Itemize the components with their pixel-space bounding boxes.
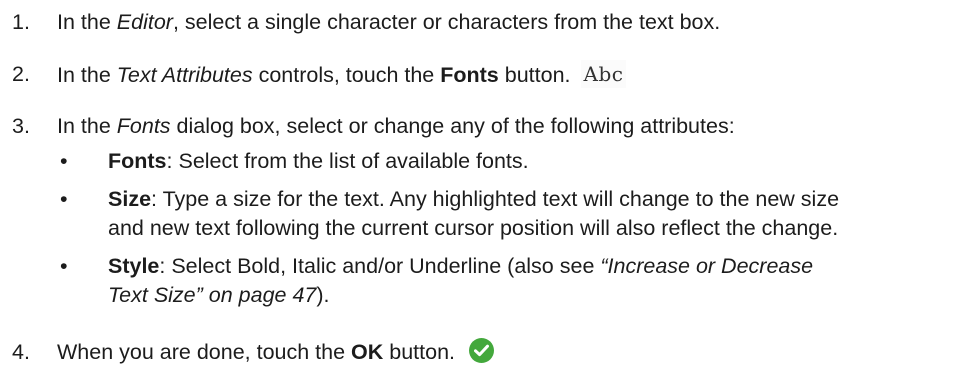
fonts-dialog-term: Fonts xyxy=(116,114,171,138)
abc-fonts-icon: Abc xyxy=(580,60,627,88)
bullet-term: Style xyxy=(108,254,160,278)
fonts-button-label: Fonts xyxy=(440,63,499,87)
editor-term: Editor xyxy=(116,10,173,34)
bullet-icon: • xyxy=(60,254,68,278)
bullet-term: Size xyxy=(108,187,152,211)
text-attributes-term: Text Attributes xyxy=(116,63,253,87)
green-checkmark-icon xyxy=(469,338,495,363)
cross-reference-link[interactable]: “Increase or Decrease xyxy=(600,254,813,278)
step-number: 2. xyxy=(12,62,30,86)
cross-reference-link[interactable]: Text Size” on page 47 xyxy=(108,283,316,307)
bullet-icon: • xyxy=(60,187,68,211)
step-number: 1. xyxy=(12,10,30,34)
ok-button-label: OK xyxy=(351,340,384,364)
bullet-term: Fonts xyxy=(108,149,167,173)
bullet-icon: • xyxy=(60,149,68,173)
step-number: 3. xyxy=(12,114,30,138)
step-number: 4. xyxy=(12,340,30,364)
